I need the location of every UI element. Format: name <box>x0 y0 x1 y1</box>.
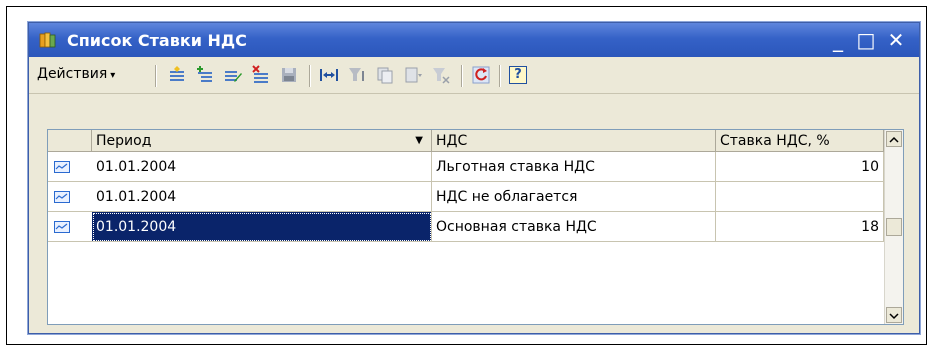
edit-icon[interactable] <box>223 65 243 85</box>
list-window: Список Ставки НДС _ □ ✕ Действия ▾ ? Пер… <box>28 22 920 334</box>
add-group-icon[interactable] <box>195 65 215 85</box>
sort-desc-icon: ▼ <box>415 135 423 146</box>
scroll-thumb[interactable] <box>886 218 902 236</box>
cell-rate: 10 <box>716 152 884 182</box>
column-header-period[interactable]: Период ▼ <box>92 130 432 152</box>
toolbar-separator <box>155 65 157 87</box>
row-icon-cell <box>48 182 92 212</box>
cell-vat: Основная ставка НДС <box>432 212 716 242</box>
table-row[interactable]: 01.01.2004 НДС не облагается <box>48 182 884 212</box>
cell-vat: Льготная ставка НДС <box>432 152 716 182</box>
cell-rate: 18 <box>716 212 884 242</box>
register-record-icon <box>54 221 70 233</box>
column-header-vat[interactable]: НДС <box>432 130 716 152</box>
cell-period: 01.01.2004 <box>92 182 432 212</box>
row-icon-cell <box>48 152 92 182</box>
chevron-up-icon <box>889 136 899 143</box>
toolbar: Действия ▾ ? <box>29 57 919 94</box>
delete-icon[interactable] <box>251 65 271 85</box>
table-row[interactable]: 01.01.2004 Льготная ставка НДС 10 <box>48 152 884 182</box>
scroll-up-button[interactable] <box>886 131 902 147</box>
column-header-rate[interactable]: Ставка НДС, % <box>716 130 884 152</box>
row-icon-header <box>48 130 92 152</box>
cell-period: 01.01.2004 <box>92 152 432 182</box>
column-header-label: Период <box>96 133 152 149</box>
toolbar-separator <box>309 65 311 87</box>
register-record-icon <box>54 191 70 203</box>
maximize-button[interactable]: □ <box>855 29 877 51</box>
books-icon <box>39 32 56 48</box>
toolbar-separator <box>499 65 501 87</box>
toolbar-separator <box>461 65 463 87</box>
save-icon[interactable] <box>279 65 299 85</box>
title-bar[interactable]: Список Ставки НДС _ □ ✕ <box>29 23 919 57</box>
column-width-icon[interactable] <box>319 65 339 85</box>
scroll-down-button[interactable] <box>886 307 902 323</box>
clear-filter-icon[interactable] <box>431 65 451 85</box>
help-icon[interactable]: ? <box>509 66 527 84</box>
minimize-button[interactable]: _ <box>827 29 849 51</box>
row-icon-cell <box>48 212 92 242</box>
register-record-icon <box>54 161 70 173</box>
window-title: Список Ставки НДС <box>67 31 247 50</box>
vat-rates-table: Период ▼ НДС Ставка НДС, % 01.01.2004 Ль… <box>47 129 904 325</box>
move-icon[interactable] <box>403 65 423 85</box>
filter-icon[interactable] <box>347 65 367 85</box>
chevron-down-icon <box>889 313 899 320</box>
add-row-icon[interactable] <box>167 65 187 85</box>
close-button[interactable]: ✕ <box>885 29 907 51</box>
cell-vat: НДС не облагается <box>432 182 716 212</box>
chevron-down-icon: ▾ <box>110 70 116 81</box>
cell-rate <box>716 182 884 212</box>
copy-icon[interactable] <box>375 65 395 85</box>
cell-period: 01.01.2004 <box>92 212 432 242</box>
actions-label: Действия <box>37 66 108 82</box>
vertical-scrollbar[interactable] <box>884 130 903 324</box>
table-row-selected[interactable]: 01.01.2004 Основная ставка НДС 18 <box>48 212 884 242</box>
actions-menu-button[interactable]: Действия ▾ <box>37 66 115 82</box>
refresh-icon[interactable] <box>471 65 491 85</box>
